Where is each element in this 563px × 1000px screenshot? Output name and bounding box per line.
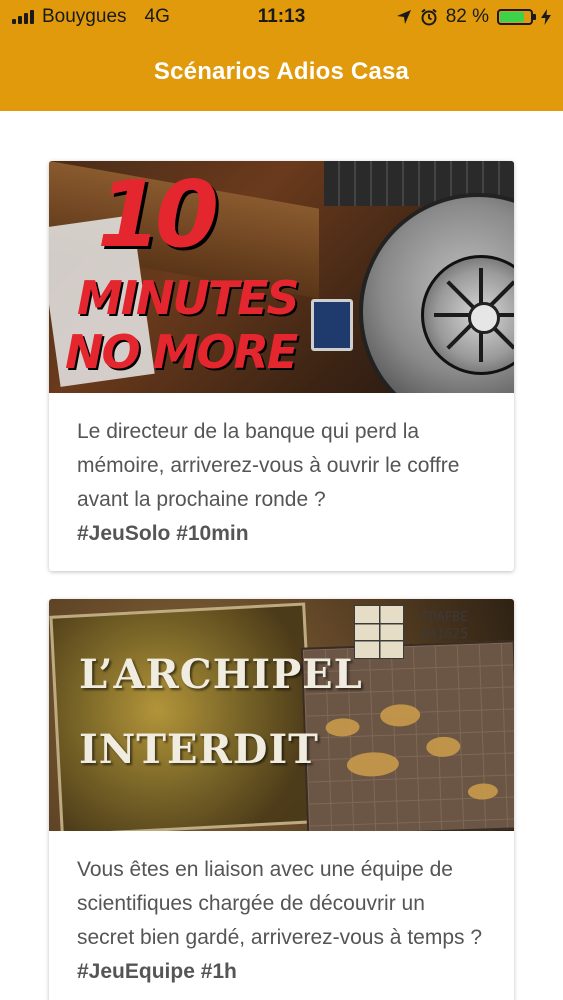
cipher-code: FDAFBE 641625 (421, 610, 468, 642)
description-text: Le directeur de la banque qui perd la mé… (77, 420, 460, 511)
app-header: Bouygues 4G 11:13 82 % Scénarios Adios C… (0, 0, 563, 111)
description-text: Vous êtes en liaison avec une équipe de … (77, 858, 483, 949)
alarm-icon (421, 8, 437, 26)
vault-wheel (421, 255, 514, 375)
poster-title-number: 10 (97, 161, 219, 268)
location-arrow-icon (396, 10, 411, 24)
battery-percent: 82 % (445, 6, 489, 27)
vault-door-icon (359, 193, 514, 393)
scenario-description: Le directeur de la banque qui perd la mé… (49, 393, 514, 571)
keypad-icon (311, 299, 353, 351)
scenario-tags: #JeuSolo #10min (77, 522, 249, 545)
scenario-card-archipel-interdit[interactable]: FDAFBE 641625 L’ARCHIPEL INTERDIT Vous ê… (49, 599, 514, 1000)
battery-fill (500, 12, 525, 22)
map-illustration (49, 602, 317, 831)
poster-title-line2: INTERDIT (79, 726, 319, 773)
battery-icon (497, 9, 536, 25)
scenario-image[interactable]: 10 MINUTES NO MORE (49, 161, 514, 393)
poster-title-line1: L’ARCHIPEL (79, 651, 363, 698)
scenario-image[interactable]: FDAFBE 641625 L’ARCHIPEL INTERDIT (49, 599, 514, 831)
scenario-card-10-minutes[interactable]: 10 MINUTES NO MORE Le directeur de la ba… (49, 161, 514, 571)
scenario-tags: #JeuEquipe #1h (77, 960, 237, 983)
scenario-description: Vous êtes en liaison avec une équipe de … (49, 831, 514, 1000)
status-bar: Bouygues 4G 11:13 82 % (0, 0, 563, 36)
poster-title-no-more: NO MORE (65, 325, 298, 379)
status-right: 82 % (396, 6, 551, 28)
charging-bolt-icon (541, 9, 551, 25)
scenario-list[interactable]: 10 MINUTES NO MORE Le directeur de la ba… (0, 111, 563, 1000)
poster-title-minutes: MINUTES (77, 271, 300, 325)
page-title: Scénarios Adios Casa (153, 58, 410, 85)
